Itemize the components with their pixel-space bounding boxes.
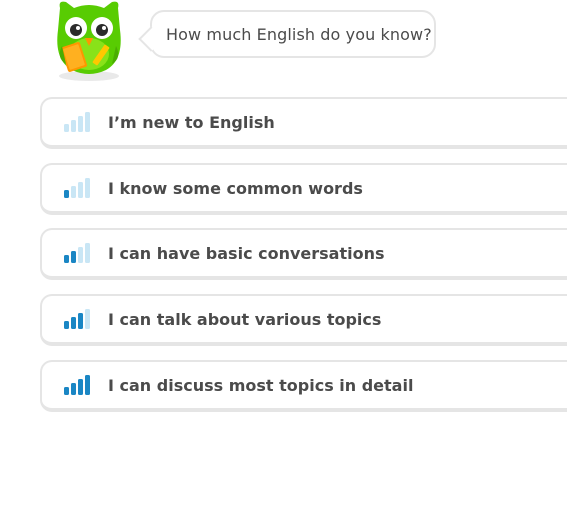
level-bar xyxy=(64,321,69,329)
level-bar xyxy=(64,190,69,198)
level-bar xyxy=(64,255,69,263)
bubble-tail xyxy=(138,26,164,52)
level-bar xyxy=(71,317,76,329)
option-label: I can talk about various topics xyxy=(108,309,382,329)
level-bar xyxy=(64,387,69,395)
level-bar xyxy=(71,186,76,198)
level-bar xyxy=(85,309,90,329)
owl-mascot xyxy=(48,0,130,82)
option-common-words[interactable]: I know some common words xyxy=(40,163,567,215)
question-bubble: How much English do you know? xyxy=(138,10,436,58)
option-label: I can have basic conversations xyxy=(108,243,385,263)
language-level-screen: How much English do you know? I’m new to… xyxy=(0,0,567,508)
level-bars-icon xyxy=(64,375,90,395)
question-text: How much English do you know? xyxy=(166,24,432,44)
level-bar xyxy=(85,375,90,395)
option-label: I’m new to English xyxy=(108,112,275,132)
level-bar xyxy=(78,247,83,263)
level-bars-icon xyxy=(64,243,90,263)
level-bar xyxy=(78,182,83,198)
level-bar xyxy=(78,313,83,329)
level-bar xyxy=(71,383,76,395)
level-bar xyxy=(71,120,76,132)
level-bar xyxy=(85,243,90,263)
option-most-topics-detail[interactable]: I can discuss most topics in detail xyxy=(40,360,567,412)
option-label: I can discuss most topics in detail xyxy=(108,375,414,395)
level-bars-icon xyxy=(64,309,90,329)
option-basic-conversations[interactable]: I can have basic conversations xyxy=(40,228,567,280)
option-label: I know some common words xyxy=(108,178,363,198)
level-bar xyxy=(64,124,69,132)
level-bar xyxy=(78,116,83,132)
option-various-topics[interactable]: I can talk about various topics xyxy=(40,294,567,346)
level-bar xyxy=(78,379,83,395)
level-bars-icon xyxy=(64,178,90,198)
level-bar xyxy=(85,112,90,132)
level-bar xyxy=(71,251,76,263)
level-bars-icon xyxy=(64,112,90,132)
level-bar xyxy=(85,178,90,198)
option-new-to-english[interactable]: I’m new to English xyxy=(40,97,567,149)
